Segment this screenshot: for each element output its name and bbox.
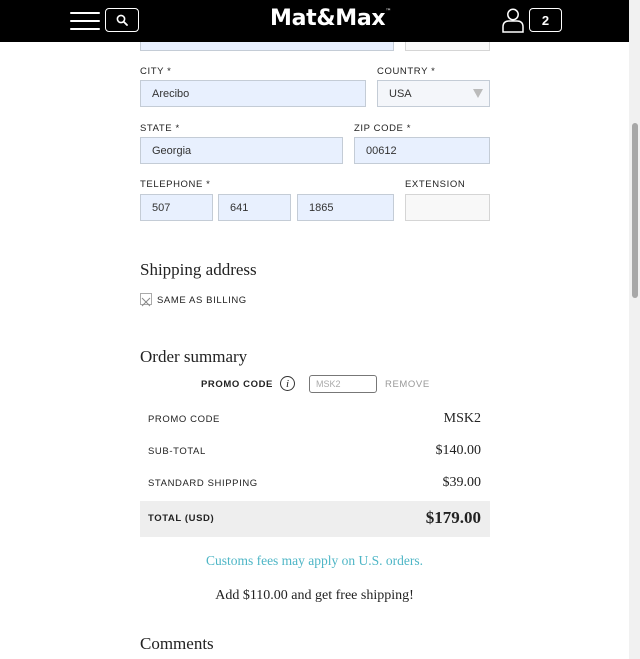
- remove-promo-link[interactable]: REMOVE: [385, 379, 430, 390]
- customs-notice: Customs fees may apply on U.S. orders.: [205, 553, 424, 568]
- city-field[interactable]: Arecibo: [140, 80, 366, 107]
- telephone-label: TELEPHONE *: [140, 179, 211, 190]
- summary-value: $140.00: [435, 443, 482, 458]
- same-as-billing-checkbox[interactable]: [140, 293, 152, 307]
- site-header: Mat&Max™ 2: [0, 0, 629, 42]
- country-label: COUNTRY *: [377, 66, 436, 77]
- total-value: $179.00: [425, 508, 481, 527]
- state-label: STATE *: [140, 123, 180, 134]
- extension-label: EXTENSION: [405, 179, 466, 190]
- same-as-billing-label: SAME AS BILLING: [157, 295, 247, 306]
- summary-label: STANDARD SHIPPING: [148, 478, 258, 489]
- summary-row-shipping: STANDARD SHIPPING $39.00: [140, 467, 490, 501]
- shipping-address-title: Shipping address: [140, 260, 257, 279]
- telephone-line-field[interactable]: 1865: [297, 194, 394, 221]
- telephone-area-field[interactable]: 507: [140, 194, 213, 221]
- cart-button[interactable]: 2: [529, 8, 562, 32]
- country-value: USA: [389, 87, 412, 100]
- check-icon: [141, 297, 151, 307]
- order-summary-title: Order summary: [140, 347, 248, 366]
- summary-row-subtotal: SUB-TOTAL $140.00: [140, 435, 490, 469]
- promo-code-input[interactable]: MSK2: [309, 375, 377, 393]
- zip-field[interactable]: 00612: [354, 137, 490, 164]
- telephone-prefix-field[interactable]: 641: [218, 194, 291, 221]
- summary-label: SUB-TOTAL: [148, 446, 206, 457]
- search-icon: [116, 14, 128, 26]
- extension-field[interactable]: [405, 194, 490, 221]
- search-button[interactable]: [105, 8, 139, 32]
- summary-label: PROMO CODE: [148, 414, 220, 425]
- info-icon[interactable]: i: [280, 376, 295, 391]
- scrollbar-thumb[interactable]: [632, 123, 638, 298]
- free-shipping-notice: Add $110.00 and get free shipping!: [215, 588, 414, 603]
- summary-value: MSK2: [443, 411, 481, 426]
- trademark: ™: [385, 8, 391, 15]
- promo-code-label: PROMO CODE: [201, 379, 273, 390]
- summary-row-total: TOTAL (USD) $179.00: [140, 501, 490, 537]
- summary-row-promo: PROMO CODE MSK2: [140, 403, 490, 437]
- state-field[interactable]: Georgia: [140, 137, 343, 164]
- total-label: TOTAL (USD): [148, 513, 215, 524]
- menu-icon[interactable]: [70, 11, 100, 31]
- brand-logo[interactable]: Mat&Max™: [270, 6, 391, 31]
- city-label: CITY *: [140, 66, 172, 77]
- scrollbar-track[interactable]: [629, 0, 640, 659]
- zip-label: ZIP CODE *: [354, 123, 412, 134]
- account-icon[interactable]: [502, 7, 524, 33]
- summary-value: $39.00: [442, 475, 482, 490]
- country-select[interactable]: USA: [377, 80, 490, 107]
- chevron-down-icon: [473, 89, 483, 98]
- comments-title: Comments: [140, 634, 214, 653]
